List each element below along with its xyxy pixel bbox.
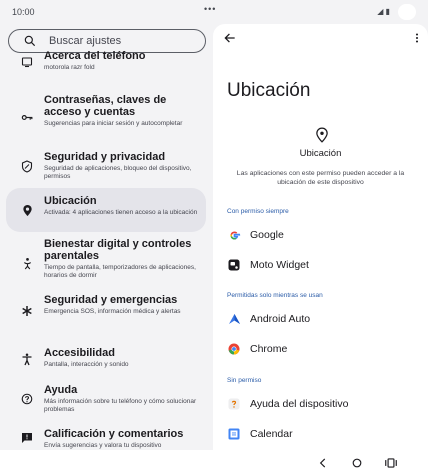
location-pin-icon [20,203,34,217]
settings-item-title: Accesibilidad [44,347,115,359]
app-name: Ayuda del dispositivo [250,398,349,410]
search-placeholder: Buscar ajustes [49,35,122,47]
settings-item-title: Seguridad y privacidad [44,151,166,163]
app-name: Moto Widget [250,259,309,271]
app-item-moto-widget[interactable]: Moto Widget [227,254,422,276]
page-title: Ubicación [227,80,311,101]
feedback-icon [20,431,34,445]
settings-item-subtitle: motorola razr fold [44,64,95,71]
asterisk-icon [20,304,34,318]
android-auto-icon [227,312,241,326]
settings-item-subtitle: Tiempo de pantalla, temporizadores de ap… [44,264,196,279]
google-icon [227,228,241,242]
nav-back-icon[interactable] [316,456,330,470]
settings-item-security[interactable]: Seguridad y privacidad Seguridad de apli… [0,148,213,184]
multi-window-dots[interactable]: ••• [204,4,216,14]
key-icon [20,110,34,124]
navigation-bar [0,450,428,476]
settings-item-accessibility[interactable]: Accesibilidad Pantalla, interacción y so… [0,345,213,373]
status-time: 10:00 [12,7,35,17]
app-item-calendar[interactable]: Calendar [227,423,422,445]
settings-item-location[interactable]: Ubicación Activada: 4 aplicaciones tiene… [6,188,206,232]
app-item-google[interactable]: Google [227,224,422,246]
settings-item-title: Seguridad y emergencias [44,294,178,306]
app-item-android-auto[interactable]: Android Auto [227,308,422,330]
settings-item-title: Calificación y comentarios [44,428,184,440]
settings-item-emergency[interactable]: Seguridad y emergencias Emergencia SOS, … [0,292,213,328]
settings-item-feedback[interactable]: Calificación y comentarios Envía sugeren… [0,427,213,450]
settings-item-title: Contraseñas, claves de acceso y cuentas [44,94,167,118]
hero-description: Las aplicaciones con este permiso pueden… [236,170,405,186]
device-help-icon [227,397,241,411]
location-detail-panel: Ubicación Ubicación Las aplicaciones con… [213,24,428,450]
signal-battery-icon: ◢ ▮ [377,7,390,16]
status-pill [398,4,416,20]
settings-item-subtitle: Activada: 4 aplicaciones tienen acceso a… [44,209,198,216]
section-always: Con permiso siempre [227,208,289,215]
settings-item-subtitle: Pantalla, interacción y sonido [44,361,129,368]
section-denied: Sin permiso [227,377,262,384]
settings-item-subtitle: Seguridad de aplicaciones, bloqueo del d… [44,165,192,180]
phone-icon [20,55,34,69]
settings-item-help[interactable]: Ayuda Más información sobre tu teléfono … [0,382,213,418]
settings-item-about[interactable]: Acerca del teléfono motorola razr fold [0,50,213,71]
settings-item-subtitle: Sugerencias para iniciar sesión y autoco… [44,120,183,127]
settings-item-subtitle: Emergencia SOS, información médica y ale… [44,308,181,315]
settings-item-title: Ubicación [44,195,97,207]
settings-item-passwords[interactable]: Contraseñas, claves de acceso y cuentas … [0,92,213,140]
app-item-device-help[interactable]: Ayuda del dispositivo [227,393,422,415]
settings-item-title: Acerca del teléfono [44,50,146,62]
settings-list-panel: Buscar ajustes Acerca del teléfono motor… [0,24,213,450]
calendar-icon [227,427,241,441]
nav-recents-icon[interactable] [384,456,398,470]
app-name: Chrome [250,343,288,355]
settings-item-subtitle: Envía sugerencias y valora tu dispositiv… [44,442,162,449]
shield-icon [20,159,34,173]
accessibility-icon [20,352,34,366]
back-arrow-icon[interactable] [223,31,237,45]
chrome-icon [227,342,241,356]
status-bar: 10:00 ••• ◢ ▮ [0,0,428,24]
more-vert-icon[interactable] [414,31,420,45]
app-name: Android Auto [250,313,311,325]
wellbeing-icon [20,256,34,270]
help-icon [20,392,34,406]
settings-item-subtitle: Más información sobre tu teléfono y cómo… [44,398,197,413]
moto-widget-icon [227,258,241,272]
app-item-chrome[interactable]: Chrome [227,338,422,360]
settings-item-title: Ayuda [44,384,78,396]
nav-home-icon[interactable] [350,456,364,470]
app-name: Google [250,229,284,241]
hero-title: Ubicación [299,148,342,159]
location-pin-outline-icon [316,127,328,143]
app-name: Calendar [250,428,293,440]
settings-item-title: Bienestar digital y controles parentales [44,238,192,262]
section-while-using: Permitidas solo mientras se usan [227,292,323,299]
settings-item-wellbeing[interactable]: Bienestar digital y controles parentales… [0,236,213,294]
search-icon [24,35,36,47]
